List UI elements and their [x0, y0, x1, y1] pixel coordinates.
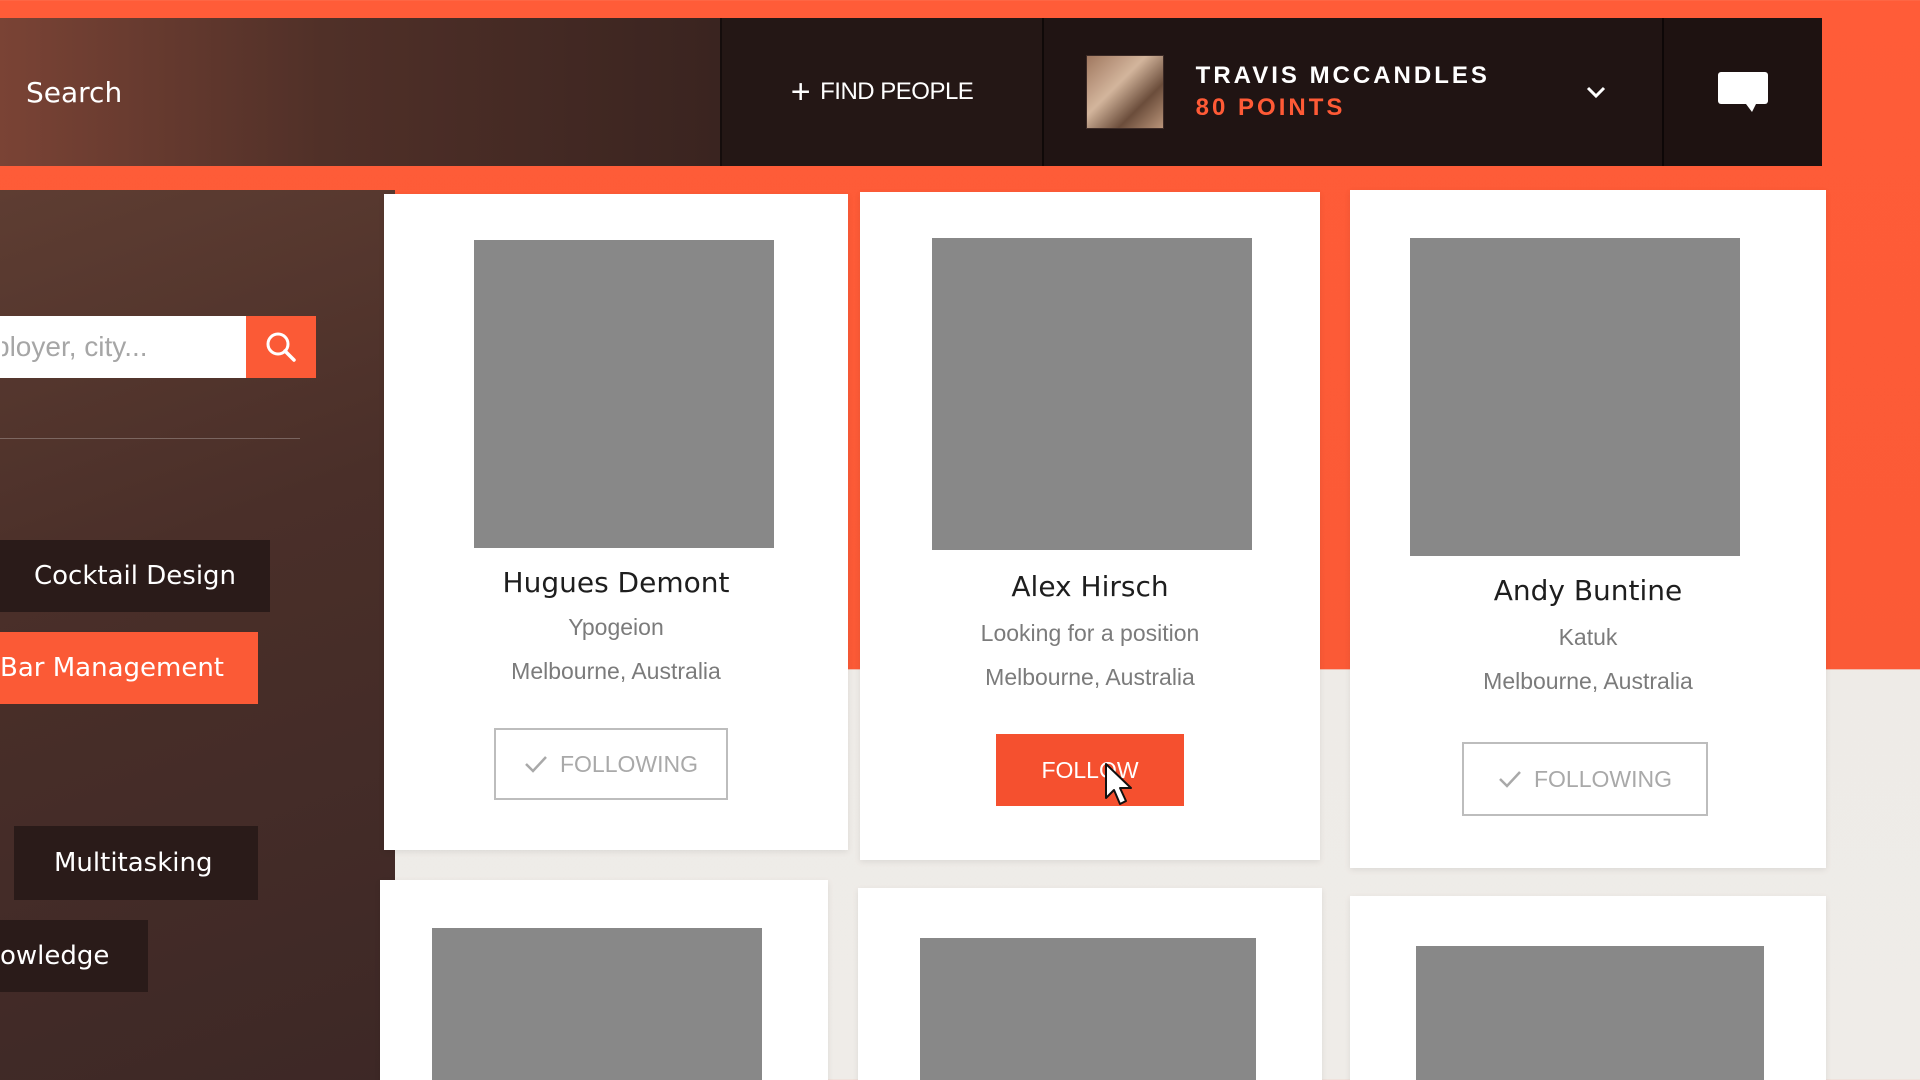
messages-button[interactable]: [1662, 18, 1822, 166]
avatar[interactable]: [1085, 55, 1164, 129]
check-icon: [1499, 771, 1521, 788]
person-card: [858, 888, 1322, 1080]
person-location: Melbourne, Australia: [511, 658, 721, 684]
follow-button[interactable]: FOLLOW: [996, 734, 1184, 806]
filter-sidebar: Cocktail Design Bar Management Multitask…: [0, 190, 395, 1080]
person-name[interactable]: Hugues Demont: [384, 566, 848, 599]
profile-photo[interactable]: [932, 238, 1252, 550]
user-points: 80 POINTS: [1195, 94, 1346, 121]
following-button[interactable]: FOLLOWING: [1462, 742, 1708, 816]
skill-tag-cocktail-design[interactable]: Cocktail Design: [0, 540, 270, 612]
profile-photo[interactable]: [474, 240, 774, 548]
person-location: Melbourne, Australia: [985, 664, 1195, 690]
top-navigation-bar: Search + FIND PEOPLE TRAVIS MCCANDLES 80…: [0, 18, 1822, 166]
profile-photo[interactable]: [920, 938, 1256, 1080]
user-name: TRAVIS MCCANDLES: [1195, 62, 1490, 89]
skill-tag-knowledge[interactable]: owledge: [0, 920, 148, 992]
chevron-down-icon[interactable]: [1582, 78, 1610, 106]
profile-photo[interactable]: [1410, 238, 1740, 556]
user-info: TRAVIS MCCANDLES 80 POINTS: [1196, 62, 1490, 122]
person-card: [380, 880, 828, 1080]
user-menu[interactable]: TRAVIS MCCANDLES 80 POINTS: [1041, 18, 1663, 166]
person-status: Looking for a position: [980, 620, 1200, 646]
sidebar-divider: [0, 438, 300, 439]
person-card: Andy Buntine Katuk Melbourne, Australia …: [1350, 190, 1826, 868]
person-name[interactable]: Alex Hirsch: [860, 570, 1320, 603]
filter-search-button[interactable]: [246, 316, 316, 378]
global-search-bar[interactable]: Search: [0, 18, 721, 166]
person-name[interactable]: Andy Buntine: [1350, 574, 1826, 607]
global-search-label[interactable]: Search: [26, 76, 122, 109]
filter-search-field[interactable]: [0, 316, 246, 378]
search-icon: [266, 332, 296, 362]
person-card: Alex Hirsch Looking for a position Melbo…: [860, 192, 1320, 860]
plus-icon: +: [790, 73, 811, 111]
profile-photo[interactable]: [1416, 946, 1764, 1080]
filter-search-input[interactable]: [0, 330, 246, 364]
skill-tag-bar-management[interactable]: Bar Management: [0, 632, 258, 704]
skill-tag-multitasking[interactable]: Multitasking: [14, 826, 258, 900]
person-location: Melbourne, Australia: [1483, 668, 1693, 694]
person-card: [1350, 896, 1826, 1080]
person-company: Katuk: [1558, 624, 1618, 650]
find-people-label: FIND PEOPLE: [820, 78, 974, 105]
person-company: Ypogeion: [568, 614, 664, 640]
profile-photo[interactable]: [432, 928, 762, 1080]
following-label: FOLLOWING: [1533, 765, 1672, 792]
find-people-button[interactable]: + FIND PEOPLE: [720, 18, 1042, 166]
person-card: Hugues Demont Ypogeion Melbourne, Austra…: [384, 194, 848, 850]
chat-bubble-icon: [1718, 72, 1769, 112]
following-button[interactable]: FOLLOWING: [494, 728, 728, 800]
mouse-pointer-icon: [1105, 763, 1132, 805]
check-icon: [525, 756, 547, 773]
following-label: FOLLOWING: [559, 750, 698, 777]
